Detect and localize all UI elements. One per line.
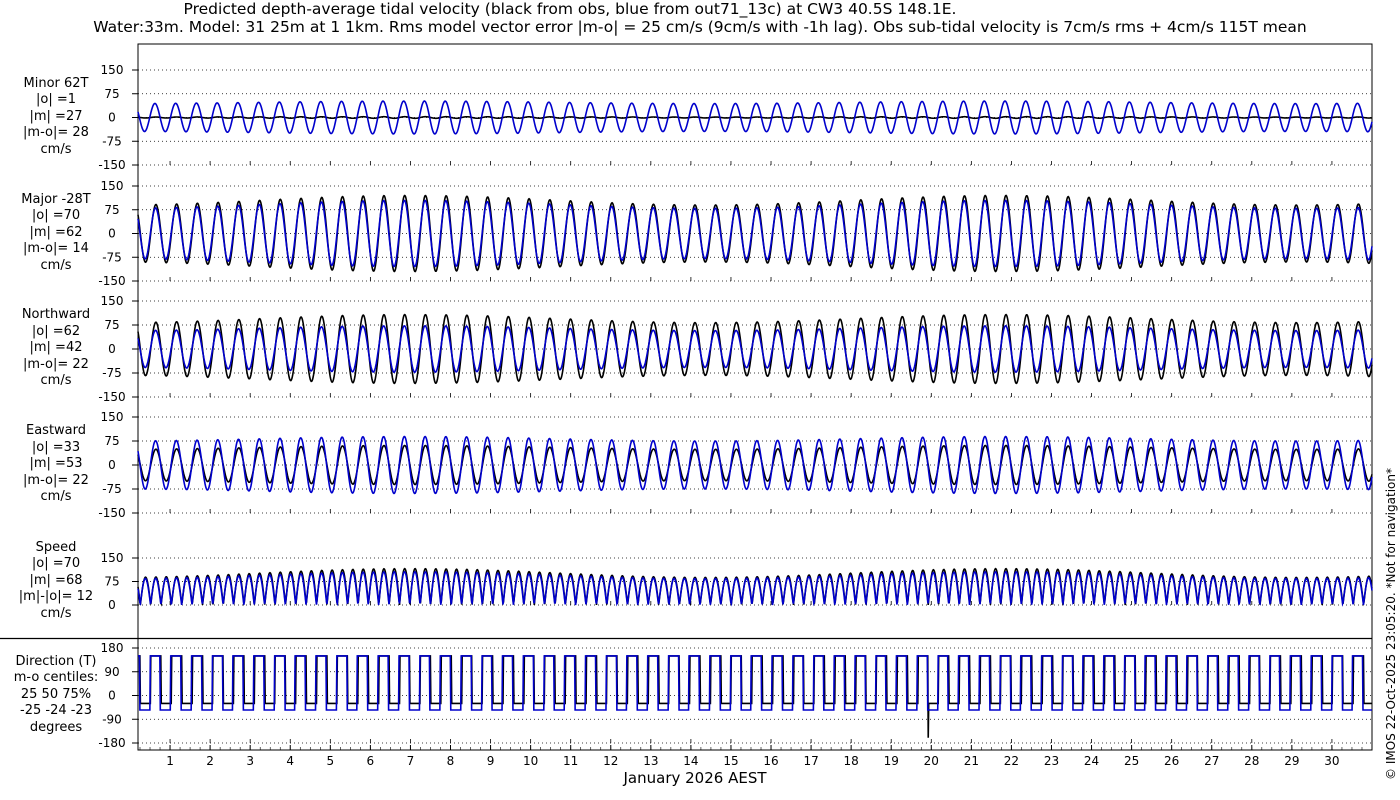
panel-label-line: |m-o|= 14 bbox=[23, 241, 89, 256]
panel-label-line: |m-o|= 22 bbox=[23, 356, 89, 372]
x-tick-label: 13 bbox=[643, 754, 658, 768]
x-tick-label: 16 bbox=[763, 754, 778, 768]
credit-notice: © IMOS 22-Oct-2025 23:05:20. *Not for na… bbox=[1384, 468, 1398, 780]
panel-label-speed: Speed |o| =70 |m| =68 |m|-|o|= 12 cm/s bbox=[0, 540, 112, 623]
x-tick-label: 22 bbox=[1004, 754, 1019, 768]
panel-label-line: 25 50 75% bbox=[20, 686, 92, 702]
panel-label-line: Northward bbox=[21, 307, 91, 322]
x-tick-label: 18 bbox=[844, 754, 859, 768]
x-tick-label: 29 bbox=[1284, 754, 1299, 768]
panel-label-line: cm/s bbox=[40, 257, 72, 273]
panel-label-line: Eastward bbox=[25, 423, 87, 438]
panel-label-east: Eastward |o| =33 |m| =53 |m-o|= 22 cm/s bbox=[0, 423, 112, 506]
panel-label-line: |o| =70 bbox=[31, 208, 81, 223]
x-tick-label: 27 bbox=[1204, 754, 1219, 768]
panel-label-direction: Direction (T) m-o centiles: 25 50 75% -25 -… bbox=[0, 654, 112, 737]
y-tick-label-major: -150 bbox=[98, 274, 125, 288]
x-tick-label: 14 bbox=[683, 754, 698, 768]
panel-label-line: |m| =53 bbox=[29, 456, 83, 471]
panel-label-line: cm/s bbox=[40, 489, 72, 504]
x-tick-label: 20 bbox=[924, 754, 939, 768]
panel-label-line: Minor 62T bbox=[23, 75, 89, 91]
panel-label-line: |m| =42 bbox=[29, 340, 83, 355]
y-tick-label-north: -150 bbox=[98, 390, 125, 404]
panel-label-line: |m| =68 bbox=[29, 572, 83, 588]
x-tick-label: 15 bbox=[723, 754, 738, 768]
panel-label-north: Northward |o| =62 |m| =42 |m-o|= 22 cm/s bbox=[0, 307, 112, 390]
panel-label-line: Speed bbox=[35, 539, 77, 555]
x-tick-label: 11 bbox=[563, 754, 578, 768]
series-model-direction bbox=[138, 655, 1372, 711]
panel-label-line: -25 -24 -23 bbox=[20, 703, 92, 718]
panel-label-line: cm/s bbox=[40, 605, 72, 621]
x-tick-label: 2 bbox=[206, 754, 214, 768]
x-tick-label: 12 bbox=[603, 754, 618, 768]
panel-label-line: |o| =33 bbox=[31, 439, 81, 455]
panel-label-line: |o| =70 bbox=[31, 556, 81, 571]
y-tick-label-north: 150 bbox=[101, 294, 124, 308]
x-tick-label: 25 bbox=[1124, 754, 1139, 768]
x-tick-label: 3 bbox=[246, 754, 254, 768]
panel-label-line: |o| =1 bbox=[35, 92, 76, 107]
x-tick-label: 24 bbox=[1084, 754, 1099, 768]
tidal-velocity-chart: -150-75075150-150-75075150-150-75075150-… bbox=[0, 43, 1373, 768]
series-model-speed bbox=[137, 570, 1373, 607]
y-tick-label-east: 150 bbox=[101, 410, 124, 424]
panel-label-line: |m|-|o|= 12 bbox=[18, 589, 94, 604]
panel-label-major: Major -28T |o| =70 |m| =62 |m-o|= 14 cm/s bbox=[0, 192, 112, 275]
panel-label-line: |m| =62 bbox=[29, 224, 83, 240]
x-tick-label: 17 bbox=[803, 754, 818, 768]
x-tick-label: 6 bbox=[367, 754, 375, 768]
x-axis-label: January 2026 AEST bbox=[623, 769, 767, 787]
y-tick-label-east: -150 bbox=[98, 506, 125, 520]
panel-label-line: Major -28T bbox=[21, 191, 91, 207]
x-tick-label: 28 bbox=[1244, 754, 1259, 768]
panel-label-line: cm/s bbox=[40, 373, 72, 388]
x-tick-label: 4 bbox=[286, 754, 294, 768]
y-tick-label-minor: -150 bbox=[98, 158, 125, 172]
panel-label-line: m-o centiles: bbox=[13, 670, 99, 685]
panel-label-line: |o| =62 bbox=[31, 323, 81, 339]
x-tick-label: 23 bbox=[1044, 754, 1059, 768]
panel-label-line: |m| =27 bbox=[29, 108, 83, 124]
x-tick-label: 8 bbox=[447, 754, 455, 768]
x-tick-label: 26 bbox=[1164, 754, 1179, 768]
x-tick-label: 21 bbox=[964, 754, 979, 768]
x-tick-label: 10 bbox=[523, 754, 538, 768]
panel-label-minor: Minor 62T |o| =1 |m| =27 |m-o|= 28 cm/s bbox=[0, 76, 112, 159]
x-tick-label: 1 bbox=[166, 754, 174, 768]
panel-label-line: Direction (T) bbox=[15, 653, 97, 669]
x-tick-label: 5 bbox=[326, 754, 334, 768]
y-tick-label-direction: -180 bbox=[98, 736, 125, 750]
x-tick-label: 30 bbox=[1324, 754, 1339, 768]
panel-label-line: |m-o|= 28 bbox=[23, 125, 89, 140]
panel-label-line: cm/s bbox=[40, 141, 72, 157]
x-tick-label: 7 bbox=[407, 754, 415, 768]
x-tick-label: 19 bbox=[884, 754, 899, 768]
x-tick-label: 9 bbox=[487, 754, 495, 768]
panel-label-line: |m-o|= 22 bbox=[23, 472, 89, 488]
panel-label-line: degrees bbox=[29, 719, 83, 735]
